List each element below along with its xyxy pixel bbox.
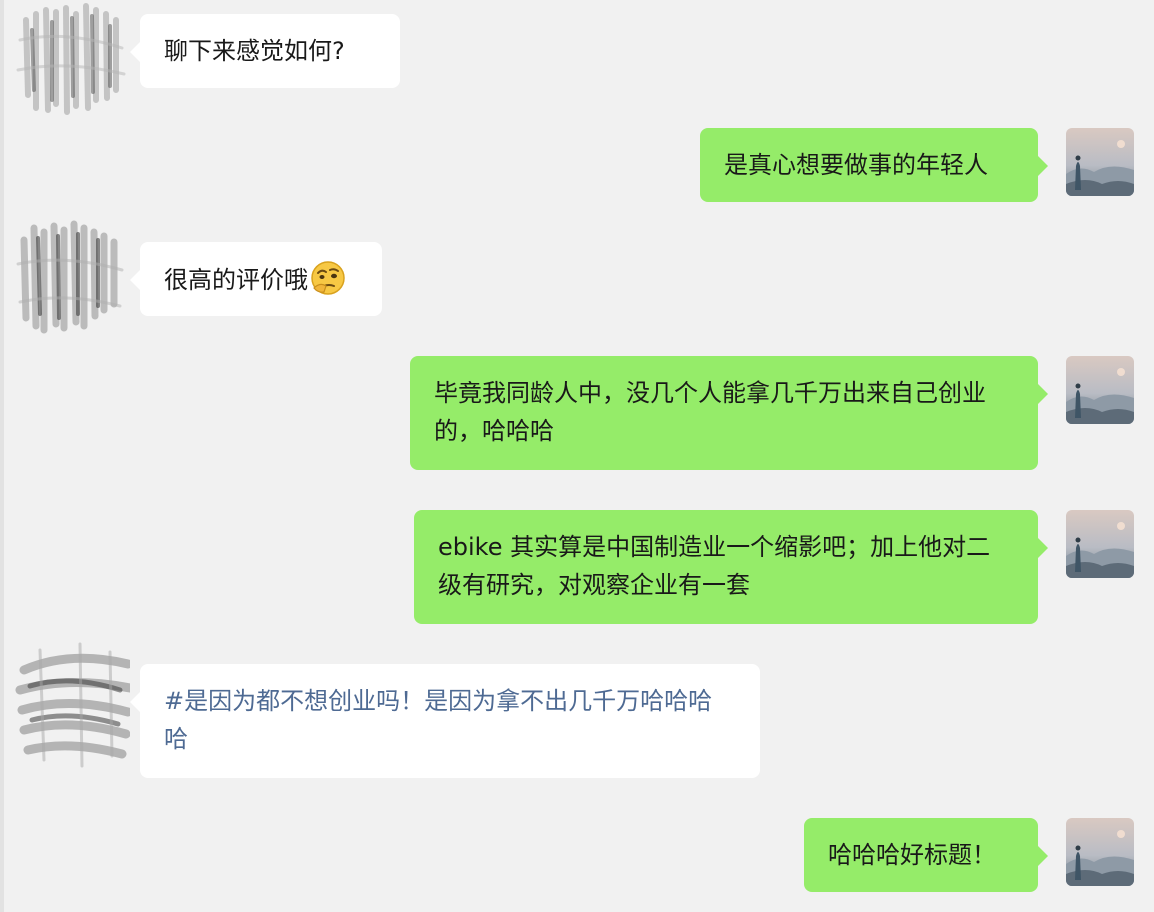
message-text: 哈哈哈好标题！ — [828, 841, 996, 869]
my-avatar[interactable] — [1066, 356, 1134, 424]
message-text: ebike 其实算是中国制造业一个缩影吧；加上他对二级有研究，对观察企业有一套 — [438, 533, 991, 599]
chat-window: 聊下来感觉如何? 是真心想要做事的年轻人 很高的评价哦 毕竟我同龄人中，没几个人… — [0, 0, 1154, 912]
message-bubble[interactable]: 聊下来感觉如何? — [130, 14, 400, 88]
my-avatar[interactable] — [1066, 818, 1134, 886]
my-avatar[interactable] — [1066, 128, 1134, 196]
divider — [0, 0, 4, 912]
contact-avatar[interactable] — [6, 218, 126, 340]
message-bubble[interactable]: 毕竟我同龄人中，没几个人能拿几千万出来自己创业的，哈哈哈 — [410, 356, 1048, 470]
message-text: 毕竟我同龄人中，没几个人能拿几千万出来自己创业的，哈哈哈 — [434, 379, 986, 445]
message-bubble[interactable]: ebike 其实算是中国制造业一个缩影吧；加上他对二级有研究，对观察企业有一套 — [414, 510, 1048, 624]
message-content: 很高的评价哦 — [164, 260, 358, 299]
contact-avatar[interactable] — [10, 630, 130, 774]
message-text: 很高的评价哦 — [164, 266, 308, 294]
message-text: 是真心想要做事的年轻人 — [724, 151, 988, 179]
my-avatar[interactable] — [1066, 510, 1134, 578]
message-bubble[interactable]: 哈哈哈好标题！ — [804, 818, 1048, 892]
message-text: #是因为都不想创业吗！是因为拿不出几千万哈哈哈哈 — [164, 687, 713, 753]
message-bubble[interactable]: #是因为都不想创业吗！是因为拿不出几千万哈哈哈哈 — [130, 664, 760, 778]
thinking-face-emoji-icon — [311, 261, 345, 295]
contact-avatar[interactable] — [6, 0, 126, 118]
message-bubble[interactable]: 很高的评价哦 — [130, 242, 382, 316]
message-bubble[interactable]: 是真心想要做事的年轻人 — [700, 128, 1048, 202]
message-text: 聊下来感觉如何? — [164, 37, 345, 65]
